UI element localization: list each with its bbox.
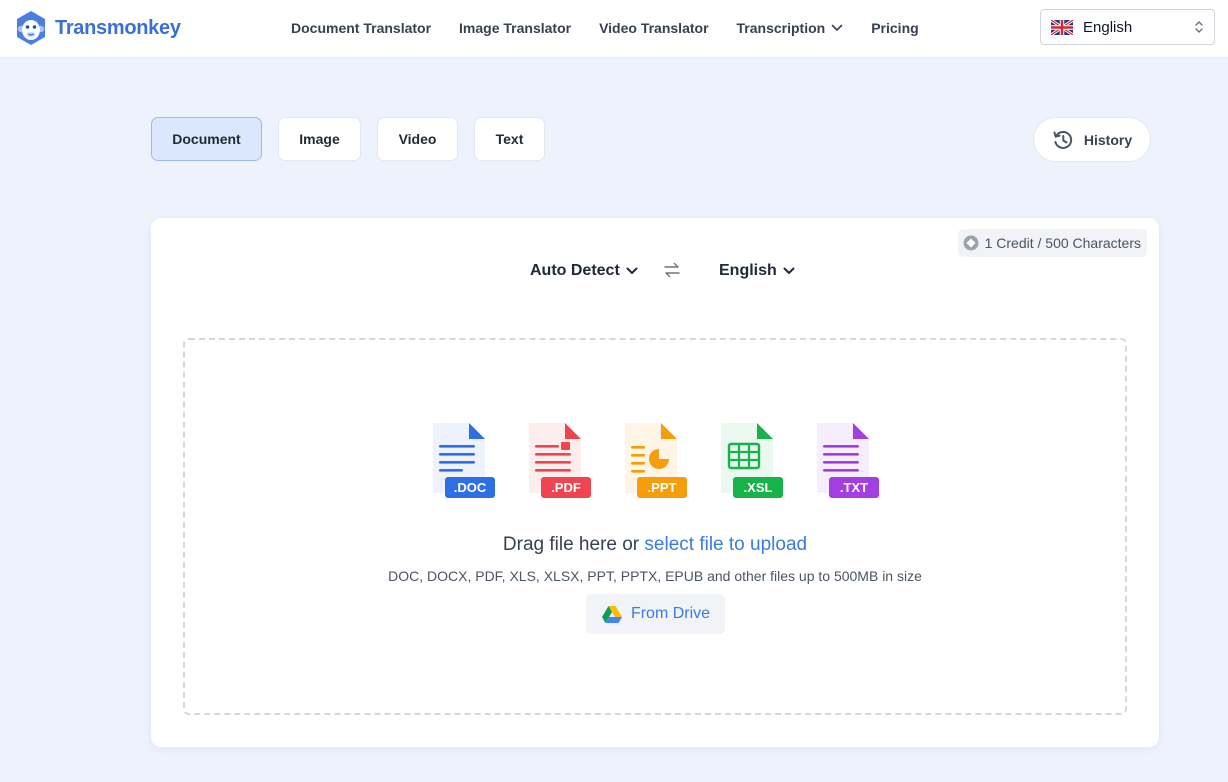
nav-transcription[interactable]: Transcription [737,20,844,36]
translator-card: 1 Credit / 500 Characters Auto Detect En… [151,218,1159,747]
from-drive-button[interactable]: From Drive [586,594,725,634]
nav-image-translator[interactable]: Image Translator [459,20,571,36]
history-button[interactable]: History [1033,117,1151,162]
brand-logo[interactable]: Transmonkey [14,10,181,46]
site-language-select[interactable]: English [1040,9,1215,45]
nav-video-translator[interactable]: Video Translator [599,20,708,36]
credit-text: 1 Credit / 500 Characters [984,235,1141,251]
doc-file-label: .DOC [454,480,487,495]
source-language-dropdown[interactable]: Auto Detect [530,258,638,284]
doc-file-icon: .DOC [433,423,495,498]
file-dropzone[interactable]: .DOC .PDF .PPT .XSL .TXT Drag file here … [183,338,1127,715]
select-arrows-icon [1195,21,1203,33]
from-drive-label: From Drive [630,605,711,622]
chevron-down-icon [626,267,638,275]
swap-languages-icon[interactable] [663,262,681,278]
brand-name: Transmonkey [55,16,181,39]
chevron-down-icon [831,24,843,32]
chevron-down-icon [783,267,795,275]
history-label: History [1083,131,1133,148]
upload-instructions: Drag file here or select file to upload [185,534,1125,556]
nav-document-translator[interactable]: Document Translator [291,20,431,36]
monkey-logo-icon [17,11,45,45]
history-icon [1053,130,1073,149]
pdf-file-label: .PDF [551,480,581,495]
target-language-dropdown[interactable]: English [719,258,795,284]
select-file-link[interactable]: select file to upload [644,534,807,555]
txt-file-label: .TXT [840,480,868,495]
upload-prefix: Drag file here or [502,534,640,555]
xsl-file-icon: .XSL [721,423,783,498]
supported-formats-note: DOC, DOCX, PDF, XLS, XLSX, PPT, PPTX, EP… [388,568,922,584]
ppt-file-label: .PPT [648,480,677,495]
pdf-file-icon: .PDF [529,423,591,498]
source-language-label: Auto Detect [530,262,620,279]
coin-icon [963,235,979,251]
tab-video[interactable]: Video [377,117,458,161]
ppt-file-icon: .PPT [625,423,687,498]
tab-document[interactable]: Document [151,117,262,161]
nav-transcription-label: Transcription [736,20,826,36]
target-language-label: English [719,262,777,279]
top-navbar: Transmonkey Document Translator Image Tr… [0,0,1228,58]
language-pair: Auto Detect English [151,258,1159,284]
tab-text[interactable]: Text [474,117,545,161]
xsl-file-label: .XSL [744,480,773,495]
credit-badge: 1 Credit / 500 Characters [957,229,1147,257]
google-drive-icon [601,605,622,623]
site-language-label: English [1083,18,1133,36]
tab-image[interactable]: Image [278,117,361,161]
nav-pricing[interactable]: Pricing [871,20,918,36]
txt-file-icon: .TXT [817,423,879,498]
uk-flag-icon [1051,19,1073,35]
main-nav: Document Translator Image Translator Vid… [291,0,919,56]
